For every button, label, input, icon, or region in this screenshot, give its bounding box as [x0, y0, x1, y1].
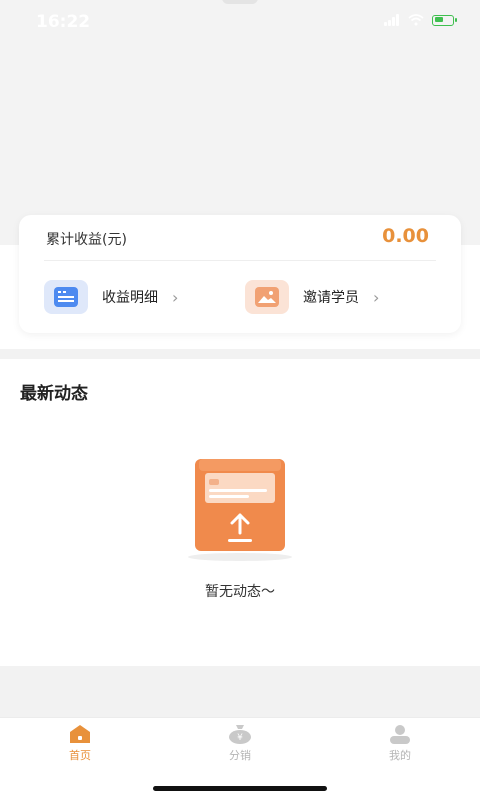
- status-bar: 16:22: [0, 0, 480, 44]
- tab-mine[interactable]: 我的: [360, 724, 440, 770]
- earnings-label: 累计收益(元): [46, 232, 127, 248]
- tab-distribution-label: 分销: [229, 749, 251, 762]
- header-area: 16:22: [0, 0, 480, 245]
- home-indicator: [153, 786, 327, 791]
- feed-title: 最新动态: [20, 384, 88, 404]
- battery-icon: [432, 14, 457, 26]
- tab-mine-label: 我的: [389, 749, 411, 762]
- status-icons: [384, 14, 457, 26]
- image-icon: [245, 280, 289, 314]
- earnings-value: 0.00: [382, 225, 429, 247]
- list-icon: [44, 280, 88, 314]
- status-time: 16:22: [36, 12, 91, 32]
- invite-students-link[interactable]: 邀请学员 ›: [245, 279, 379, 315]
- tab-home-label: 首页: [69, 749, 91, 762]
- section-gap: [0, 349, 480, 359]
- chevron-right-icon: ›: [373, 287, 380, 307]
- earnings-detail-label: 收益明细: [102, 290, 158, 306]
- latest-feed-section: 最新动态 暂无动态～: [0, 359, 480, 666]
- earnings-detail-link[interactable]: 收益明细 ›: [44, 279, 178, 315]
- svg-text:¥: ¥: [237, 733, 243, 743]
- user-icon: [390, 725, 410, 744]
- wifi-icon: [408, 14, 424, 26]
- chevron-right-icon: ›: [172, 287, 179, 307]
- invite-students-label: 邀请学员: [303, 290, 359, 306]
- empty-state-text: 暂无动态～: [205, 584, 275, 600]
- earnings-card: 累计收益(元) 0.00 收益明细 › 邀请学员 ›: [19, 215, 461, 333]
- home-icon: [70, 725, 90, 743]
- tab-home[interactable]: 首页: [40, 724, 120, 770]
- signal-icon: [384, 14, 400, 26]
- money-bag-icon: ¥: [229, 725, 251, 744]
- card-divider: [44, 260, 436, 261]
- upload-box-icon: [188, 459, 292, 561]
- tab-distribution[interactable]: ¥ 分销: [200, 724, 280, 770]
